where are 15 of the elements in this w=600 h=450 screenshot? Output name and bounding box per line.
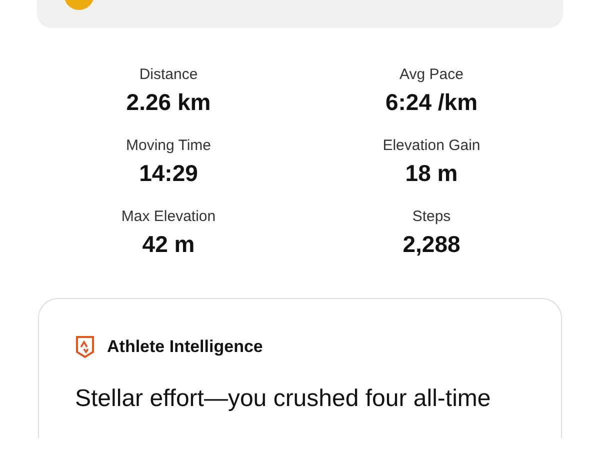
stat-label: Moving Time xyxy=(126,137,212,154)
stat-label: Steps xyxy=(412,208,451,225)
stat-label: Avg Pace xyxy=(400,66,464,83)
insight-title: Athlete Intelligence xyxy=(107,337,263,357)
stat-label: Distance xyxy=(139,66,198,83)
stat-label: Max Elevation xyxy=(121,208,216,225)
stat-value: 2.26 km xyxy=(126,89,211,116)
stat-value: 2,288 xyxy=(402,231,460,258)
stat-value: 14:29 xyxy=(139,160,198,187)
stat-value: 42 m xyxy=(142,231,195,258)
stat-value: 6:24 /km xyxy=(385,89,478,116)
stat-value: 18 m xyxy=(405,160,458,187)
insight-text: Stellar effort—you crushed four all-time xyxy=(75,385,492,413)
shield-icon xyxy=(75,335,95,359)
stat-label: Elevation Gain xyxy=(382,137,480,154)
